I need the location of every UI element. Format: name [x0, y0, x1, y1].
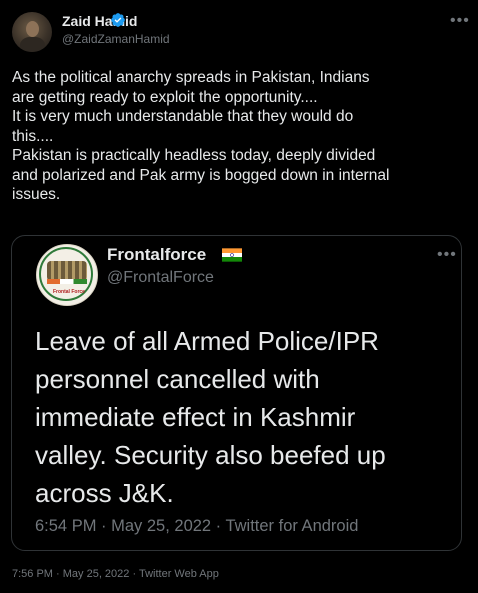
- tweet: Zaid Hamid @ZaidZamanHamid ••• As the po…: [0, 0, 478, 593]
- tweet-line: It is very much understandable that they…: [12, 108, 354, 125]
- quoted-avatar[interactable]: Frontal Force: [36, 244, 98, 306]
- more-icon[interactable]: •••: [437, 246, 457, 264]
- quoted-author-handle[interactable]: @FrontalForce: [107, 269, 214, 287]
- avatar-soldiers: [47, 261, 87, 281]
- verified-badge-icon: [111, 13, 125, 27]
- author-avatar[interactable]: [12, 12, 52, 52]
- tweet-timestamp[interactable]: 7:56 PM · May 25, 2022 · Twitter Web App: [12, 568, 219, 580]
- quoted-line: immediate effect in Kashmir: [35, 402, 356, 432]
- tweet-line: this....: [12, 127, 54, 145]
- avatar-flag-stripe: [47, 279, 87, 284]
- quoted-timestamp[interactable]: 6:54 PM · May 25, 2022 · Twitter for And…: [35, 517, 358, 536]
- quoted-tweet[interactable]: Frontal Force Frontalforce @FrontalForce…: [11, 235, 462, 551]
- tweet-line: issues.: [12, 186, 61, 203]
- quoted-line: Leave of all Armed Police/IPR: [35, 326, 379, 356]
- tweet-line: As the political anarchy spreads in Paki…: [12, 69, 370, 86]
- more-icon[interactable]: •••: [450, 12, 470, 30]
- avatar-label: Frontal Force: [53, 289, 85, 295]
- quoted-line: across J&K.: [35, 478, 174, 508]
- tweet-line: and polarized and Pak army is bogged dow…: [12, 166, 390, 184]
- tweet-line: are getting ready to exploit the opportu…: [12, 88, 318, 106]
- tweet-line: Pakistan is practically headless today, …: [12, 147, 376, 164]
- author-name[interactable]: Zaid Hamid: [62, 13, 137, 29]
- quoted-author-name[interactable]: Frontalforce: [107, 245, 206, 265]
- avatar-body: [20, 37, 45, 52]
- quoted-line: valley. Security also beefed up: [35, 440, 386, 470]
- author-handle[interactable]: @ZaidZamanHamid: [62, 32, 170, 46]
- quoted-line: personnel cancelled with: [35, 364, 320, 394]
- tweet-text: As the political anarchy spreads in Paki…: [12, 68, 468, 205]
- quoted-text: Leave of all Armed Police/IPR personnel …: [35, 322, 455, 512]
- avatar-face: [26, 21, 39, 37]
- india-flag-icon: [222, 248, 242, 262]
